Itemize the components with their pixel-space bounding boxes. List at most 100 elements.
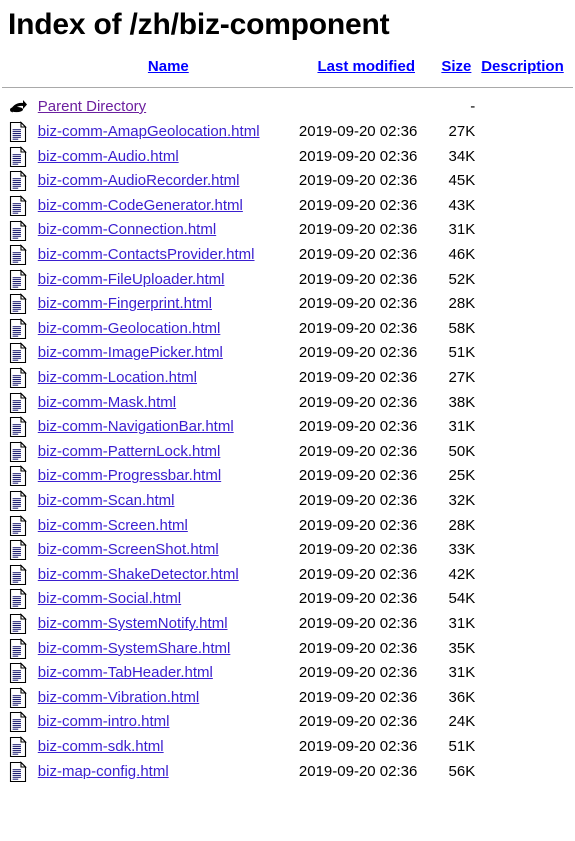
table-row[interactable]: biz-comm-ShakeDetector.html 2019-09-20 02… [0,563,575,588]
text-file-icon [8,367,28,389]
table-row[interactable]: biz-comm-FileUploader.html 2019-09-20 02:… [0,268,575,293]
file-size: 50K [448,442,476,460]
file-description [479,538,575,563]
file-link[interactable]: biz-comm-Location.html [38,369,197,386]
table-row[interactable]: biz-comm-AudioRecorder.html 2019-09-20 02… [0,169,575,194]
file-link[interactable]: biz-comm-Mask.html [38,394,176,411]
text-file-icon [8,465,28,487]
table-row[interactable]: biz-comm-Screen.html 2019-09-20 02:36 28K [0,514,575,539]
header-cell-size: Size [434,55,480,82]
table-row[interactable]: biz-comm-Scan.html 2019-09-20 02:36 32K [0,489,575,514]
table-row[interactable]: biz-comm-Location.html 2019-09-20 02:36 27… [0,366,575,391]
file-name-cell: biz-comm-intro.html [38,710,299,735]
file-link[interactable]: biz-comm-intro.html [38,713,170,730]
file-last-modified: 2019-09-20 02:36 [298,467,418,485]
file-size: 27K [448,369,476,387]
text-file-icon [8,711,28,733]
table-row[interactable]: biz-comm-SystemNotify.html 2019-09-20 02:… [0,612,575,637]
file-link[interactable]: biz-comm-ScreenShot.html [38,541,219,558]
file-link[interactable]: biz-comm-Audio.html [38,148,179,165]
file-link[interactable]: biz-comm-ContactsProvider.html [38,246,255,263]
table-row[interactable]: biz-comm-intro.html 2019-09-20 02:36 24K [0,710,575,735]
file-icon-cell [0,194,38,219]
table-row[interactable]: biz-comm-Progressbar.html 2019-09-20 02:3… [0,464,575,489]
text-file-icon [8,145,28,168]
text-file-icon [8,342,28,364]
file-last-modified: 2019-09-20 02:36 [298,713,418,731]
text-file-icon [8,637,28,660]
file-link[interactable]: biz-comm-Geolocation.html [38,320,221,337]
file-icon-cell [0,440,38,465]
table-row[interactable]: biz-comm-Connection.html 2019-09-20 02:36… [0,218,575,243]
file-description [479,145,575,170]
file-size: 56K [448,762,476,780]
table-row[interactable]: biz-comm-Mask.html 2019-09-20 02:36 38K [0,391,575,416]
horizontal-rule [2,86,573,88]
table-row[interactable]: biz-comm-Social.html 2019-09-20 02:36 54K [0,587,575,612]
file-icon-cell [0,587,38,612]
file-link[interactable]: biz-comm-AmapGeolocation.html [38,123,260,140]
file-size: 28K [448,295,476,313]
file-size: 31K [448,614,476,632]
file-link[interactable]: biz-comm-Social.html [38,590,181,607]
table-row[interactable]: biz-comm-ScreenShot.html 2019-09-20 02:36… [0,538,575,563]
file-icon-cell [0,563,38,588]
file-icon-cell [0,292,38,317]
parent-directory-link[interactable]: Parent Directory [38,98,146,115]
text-file-icon [8,588,28,610]
sort-by-description-link[interactable]: Description [481,58,564,75]
file-link[interactable]: biz-comm-CodeGenerator.html [38,197,243,214]
file-last-modified: 2019-09-20 02:36 [298,492,418,509]
file-last-modified: 2019-09-20 02:36 [298,319,418,337]
table-row[interactable]: biz-comm-SystemShare.html 2019-09-20 02:3… [0,637,575,662]
file-link[interactable]: biz-comm-ShakeDetector.html [38,566,239,583]
file-link[interactable]: biz-comm-Progressbar.html [38,467,221,484]
file-link[interactable]: biz-comm-Fingerprint.html [38,295,212,312]
file-link[interactable]: biz-comm-PatternLock.html [38,443,221,460]
file-description [479,464,575,489]
file-link[interactable]: biz-comm-AudioRecorder.html [38,172,240,189]
table-row[interactable]: biz-map-config.html 2019-09-20 02:36 56K [0,760,575,785]
table-row[interactable]: biz-comm-Geolocation.html 2019-09-20 02:3… [0,317,575,342]
file-link[interactable]: biz-comm-SystemNotify.html [38,615,228,632]
table-row[interactable]: biz-comm-CodeGenerator.html 2019-09-20 02… [0,194,575,219]
table-row[interactable]: biz-comm-Audio.html 2019-09-20 02:36 34K [0,145,575,170]
file-link[interactable]: biz-comm-FileUploader.html [38,271,225,288]
file-link[interactable]: biz-comm-Screen.html [38,517,188,534]
table-row[interactable]: biz-comm-AmapGeolocation.html 2019-09-20 … [0,120,575,145]
table-row[interactable]: biz-comm-TabHeader.html 2019-09-20 02:36 3… [0,661,575,686]
file-name-cell: biz-comm-FileUploader.html [38,268,299,293]
file-name-cell: biz-comm-SystemShare.html [38,637,299,662]
file-link[interactable]: biz-comm-Scan.html [38,492,175,509]
file-name-cell: biz-comm-Social.html [38,587,299,612]
file-link[interactable]: biz-comm-TabHeader.html [38,664,213,681]
text-file-icon [8,170,28,192]
file-name-cell: biz-comm-Scan.html [38,489,299,514]
file-icon-cell [0,710,38,735]
file-name-cell: biz-comm-Connection.html [38,218,299,243]
parent-directory-row[interactable]: Parent Directory - [0,94,575,120]
sort-by-last-modified-link[interactable]: Last modified [317,58,415,75]
table-row[interactable]: biz-comm-ContactsProvider.html 2019-09-20… [0,243,575,268]
file-link[interactable]: biz-comm-Connection.html [38,221,216,238]
file-description [479,489,575,514]
file-link[interactable]: biz-map-config.html [38,763,169,780]
text-file-icon [8,268,28,291]
table-row[interactable]: biz-comm-ImagePicker.html 2019-09-20 02:3… [0,341,575,366]
table-row[interactable]: biz-comm-Fingerprint.html 2019-09-20 02:3… [0,292,575,317]
file-size: 35K [448,639,476,657]
table-row[interactable]: biz-comm-PatternLock.html 2019-09-20 02:3… [0,440,575,465]
text-file-icon [8,244,28,266]
file-link[interactable]: biz-comm-SystemShare.html [38,640,231,657]
file-link[interactable]: biz-comm-NavigationBar.html [38,418,234,435]
file-link[interactable]: biz-comm-Vibration.html [38,689,199,706]
file-link[interactable]: biz-comm-sdk.html [38,738,164,755]
sort-by-size-link[interactable]: Size [441,58,471,75]
table-row[interactable]: biz-comm-Vibration.html 2019-09-20 02:36 3… [0,686,575,711]
file-name-cell: biz-comm-Fingerprint.html [38,292,299,317]
file-icon-cell [0,637,38,662]
file-link[interactable]: biz-comm-ImagePicker.html [38,344,223,361]
table-row[interactable]: biz-comm-NavigationBar.html 2019-09-20 02… [0,415,575,440]
table-row[interactable]: biz-comm-sdk.html 2019-09-20 02:36 51K [0,735,575,760]
sort-by-name-link[interactable]: Name [148,58,189,75]
